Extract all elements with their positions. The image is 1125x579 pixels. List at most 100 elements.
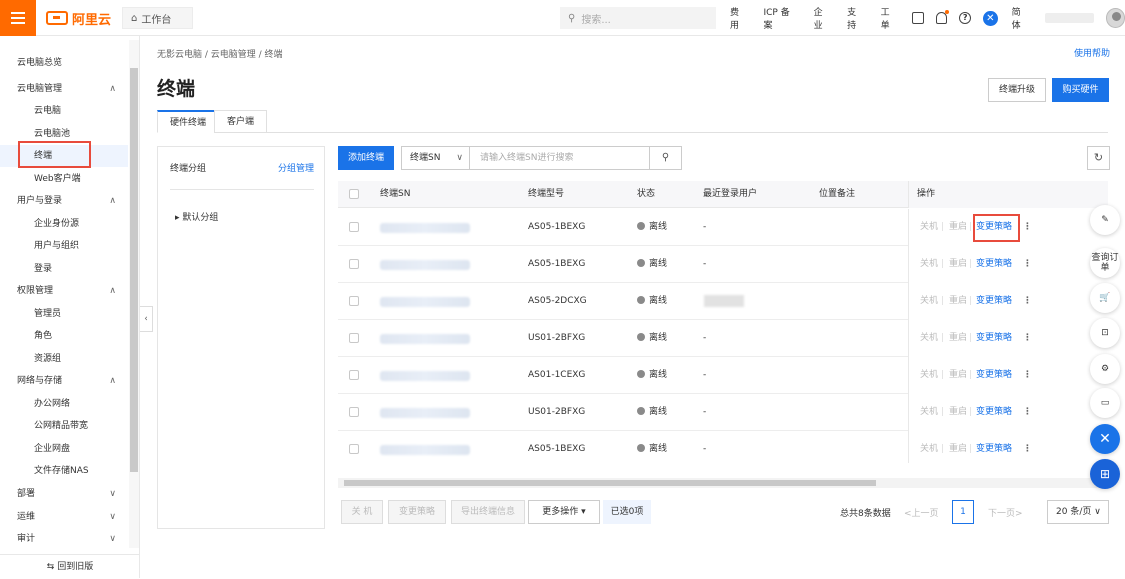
sidebar-item-audit[interactable]: 审计 ∨ — [0, 528, 128, 550]
top-link-enterprise[interactable]: 企业 — [814, 5, 831, 31]
gear-icon[interactable]: ⚙ — [1090, 354, 1120, 384]
page-number-1[interactable]: 1 — [952, 500, 974, 524]
sidebar-item-user-login[interactable]: 用户与登录 ∧ — [0, 190, 128, 212]
add-terminal-button[interactable]: 添加终端 — [338, 146, 394, 170]
more-operations-dropdown[interactable]: 更多操作 ▾ — [528, 500, 600, 524]
terminal-sn-search-input[interactable]: 请输入终端SN进行搜索 — [470, 146, 650, 170]
query-order-button[interactable]: 查询订单 — [1090, 248, 1120, 278]
sidebar-item-pc-management[interactable]: 云电脑管理 ∧ — [0, 78, 128, 100]
more-actions-icon[interactable]: ⋮ — [1023, 283, 1032, 320]
horizontal-scrollbar-thumb[interactable] — [344, 480, 876, 486]
edit-icon[interactable]: ✎ — [1090, 205, 1120, 235]
restart-link[interactable]: 重启 — [949, 394, 967, 431]
shutdown-link[interactable]: 关机 — [920, 431, 938, 463]
row-checkbox[interactable] — [349, 296, 359, 306]
sidebar-item-public-bandwidth[interactable]: 公网精品带宽 — [0, 415, 128, 437]
terminal-icon[interactable] — [912, 12, 924, 24]
row-checkbox[interactable] — [349, 222, 359, 232]
document-icon[interactable]: ⊡ — [1090, 318, 1120, 348]
search-field-select[interactable]: 终端SN ∨ — [401, 146, 470, 170]
batch-shutdown-button[interactable]: 关 机 — [341, 500, 383, 524]
sidebar-item-resource-groups[interactable]: 资源组 — [0, 348, 128, 370]
username-blurred[interactable] — [1045, 13, 1094, 23]
prev-page-button[interactable]: <上一页 — [904, 506, 939, 519]
sidebar-scrollbar-thumb[interactable] — [130, 68, 138, 472]
more-actions-icon[interactable]: ⋮ — [1023, 209, 1032, 246]
top-link-fees[interactable]: 费用 — [730, 5, 747, 31]
sidebar-item-office-network[interactable]: 办公网络 — [0, 393, 128, 415]
restart-link[interactable]: 重启 — [949, 320, 967, 357]
tab-hardware-terminal[interactable]: 硬件终端 — [157, 110, 220, 133]
more-actions-icon[interactable]: ⋮ — [1023, 320, 1032, 357]
sidebar-item-roles[interactable]: 角色 — [0, 325, 128, 347]
batch-change-policy-button[interactable]: 变更策略 — [388, 500, 446, 524]
cart-icon[interactable]: 🛒 — [1090, 283, 1120, 313]
sidebar-item-login[interactable]: 登录 — [0, 258, 128, 280]
sidebar-item-ops[interactable]: 运维 ∨ — [0, 506, 128, 528]
select-all-checkbox[interactable] — [349, 189, 359, 199]
change-policy-link[interactable]: 变更策略 — [976, 283, 1012, 320]
restart-link[interactable]: 重启 — [949, 283, 967, 320]
tab-client[interactable]: 客户端 — [214, 110, 268, 133]
search-button[interactable]: ⚲ — [650, 146, 682, 170]
sidebar-item-admins[interactable]: 管理员 — [0, 303, 128, 325]
bell-icon[interactable] — [935, 10, 950, 24]
more-actions-icon[interactable]: ⋮ — [1023, 431, 1032, 463]
top-link-ticket[interactable]: 工单 — [881, 5, 898, 31]
aliyun-logo[interactable]: 阿里云 — [46, 9, 111, 28]
shutdown-link[interactable]: 关机 — [920, 357, 938, 394]
terminal-upgrade-button[interactable]: 终端升级 — [988, 78, 1046, 102]
back-to-old-version-button[interactable]: ⇆ 回到旧版 — [0, 554, 140, 578]
hamburger-menu-button[interactable] — [0, 0, 36, 36]
avatar[interactable] — [1105, 8, 1125, 28]
sidebar-item-web-client[interactable]: Web客户端 — [0, 168, 128, 190]
change-policy-link[interactable]: 变更策略 — [976, 357, 1012, 394]
sidebar-item-deploy[interactable]: 部署 ∨ — [0, 483, 128, 505]
sidebar-scrollbar[interactable] — [129, 40, 139, 548]
restart-link[interactable]: 重启 — [949, 246, 967, 283]
refresh-button[interactable]: ↻ — [1087, 146, 1110, 170]
restart-link[interactable]: 重启 — [949, 209, 967, 246]
sidebar-item-network-storage[interactable]: 网络与存储 ∧ — [0, 370, 128, 392]
group-manage-link[interactable]: 分组管理 — [278, 161, 314, 174]
row-checkbox[interactable] — [349, 333, 359, 343]
help-icon[interactable]: ? — [959, 12, 972, 24]
language-switch[interactable]: 简体 — [1012, 5, 1029, 31]
sidebar-item-overview[interactable]: 云电脑总览 — [0, 52, 128, 74]
sidebar-item-enterprise-drive[interactable]: 企业网盘 — [0, 438, 128, 460]
shutdown-link[interactable]: 关机 — [920, 283, 938, 320]
sidebar-item-nas[interactable]: 文件存储NAS — [0, 460, 128, 482]
more-actions-icon[interactable]: ⋮ — [1023, 246, 1032, 283]
workbench-button[interactable]: ⌂ 工作台 — [122, 7, 193, 29]
shutdown-link[interactable]: 关机 — [920, 320, 938, 357]
tree-node-default-group[interactable]: ▸ 默认分组 — [175, 210, 218, 223]
page-size-select[interactable]: 20 条/页 ∨ — [1047, 500, 1109, 524]
sidebar-collapse-button[interactable]: ‹ — [140, 306, 153, 332]
help-link[interactable]: 使用帮助 — [1074, 46, 1110, 59]
close-icon[interactable]: ✕ — [1090, 424, 1120, 454]
more-actions-icon[interactable]: ⋮ — [1023, 357, 1032, 394]
sidebar-item-permissions[interactable]: 权限管理 ∧ — [0, 280, 128, 302]
shutdown-link[interactable]: 关机 — [920, 209, 938, 246]
change-policy-link[interactable]: 变更策略 — [976, 394, 1012, 431]
row-checkbox[interactable] — [349, 407, 359, 417]
change-policy-link[interactable]: 变更策略 — [976, 246, 1012, 283]
shutdown-link[interactable]: 关机 — [920, 246, 938, 283]
change-policy-link[interactable]: 变更策略 — [976, 431, 1012, 463]
sidebar-item-users-org[interactable]: 用户与组织 — [0, 235, 128, 257]
row-checkbox[interactable] — [349, 259, 359, 269]
next-page-button[interactable]: 下一页> — [988, 506, 1023, 519]
row-checkbox[interactable] — [349, 444, 359, 454]
close-circle-icon[interactable]: ✕ — [983, 10, 998, 26]
more-actions-icon[interactable]: ⋮ — [1023, 394, 1032, 431]
shutdown-link[interactable]: 关机 — [920, 394, 938, 431]
restart-link[interactable]: 重启 — [949, 431, 967, 463]
chat-icon[interactable]: ▭ — [1090, 388, 1120, 418]
top-link-support[interactable]: 支持 — [847, 5, 864, 31]
buy-hardware-button[interactable]: 购买硬件 — [1052, 78, 1109, 102]
top-link-icp[interactable]: ICP 备案 — [763, 5, 797, 31]
row-checkbox[interactable] — [349, 370, 359, 380]
table-horizontal-scrollbar[interactable] — [338, 478, 1108, 488]
export-terminal-info-button[interactable]: 导出终端信息 — [451, 500, 525, 524]
restart-link[interactable]: 重启 — [949, 357, 967, 394]
